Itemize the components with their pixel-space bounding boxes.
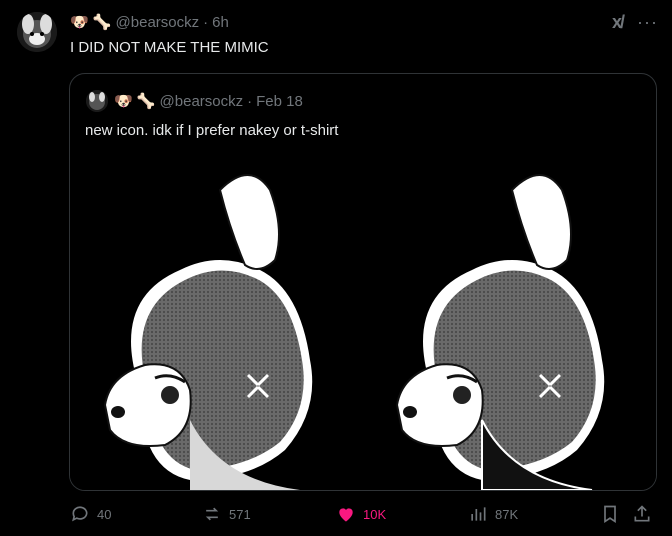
repost-icon (205, 507, 219, 521)
reply-button[interactable]: 40 (70, 502, 111, 526)
display-name-emojis[interactable]: 🐶 🦴 (70, 13, 112, 31)
reply-count: 40 (97, 506, 112, 522)
heart-icon (339, 508, 353, 522)
user-handle[interactable]: @bearsockz (116, 14, 200, 31)
bookmark-button[interactable] (600, 502, 620, 526)
repost-count: 571 (229, 506, 251, 522)
timestamp[interactable]: 6h (212, 14, 229, 31)
tweet-text: I DID NOT MAKE THE MIMIC (70, 39, 269, 56)
avatar[interactable] (17, 12, 57, 52)
quoted-user-handle[interactable]: @bearsockz (160, 93, 244, 110)
repost-button[interactable]: 571 (202, 502, 251, 526)
tweet-header: 🐶 🦴 @bearsockz · 6h (70, 12, 229, 32)
action-bar: 40 571 10K 87K (70, 502, 660, 526)
like-count: 10K (363, 506, 387, 522)
quoted-display-name-emojis[interactable]: 🐶 🦴 (114, 92, 156, 110)
views-button[interactable]: 87K (468, 502, 518, 526)
like-button[interactable]: 10K (336, 502, 386, 526)
views-count: 87K (495, 506, 519, 522)
character-image-right (395, 174, 605, 490)
bookmark-icon (604, 505, 616, 524)
separator-dot: · (203, 13, 209, 31)
quoted-tweet-header: 🐶 🦴 @bearsockz · Feb 18 (86, 90, 303, 112)
share-icon (634, 505, 650, 522)
character-image-left (103, 174, 313, 490)
quoted-tweet[interactable]: 🐶 🦴 @bearsockz · Feb 18 new icon. idk if… (69, 73, 657, 491)
views-icon (471, 507, 486, 521)
quoted-media[interactable] (70, 150, 656, 490)
reply-icon (72, 506, 88, 522)
grok-icon[interactable]: x/ (612, 12, 625, 33)
more-icon[interactable]: ··· (637, 12, 658, 33)
quoted-separator-dot: · (247, 92, 253, 110)
quoted-date[interactable]: Feb 18 (256, 93, 303, 110)
quoted-avatar[interactable] (86, 90, 108, 112)
top-right-controls: x/ ··· (612, 12, 658, 33)
share-button[interactable] (632, 502, 652, 526)
quoted-tweet-text: new icon. idk if I prefer nakey or t-shi… (85, 122, 339, 139)
